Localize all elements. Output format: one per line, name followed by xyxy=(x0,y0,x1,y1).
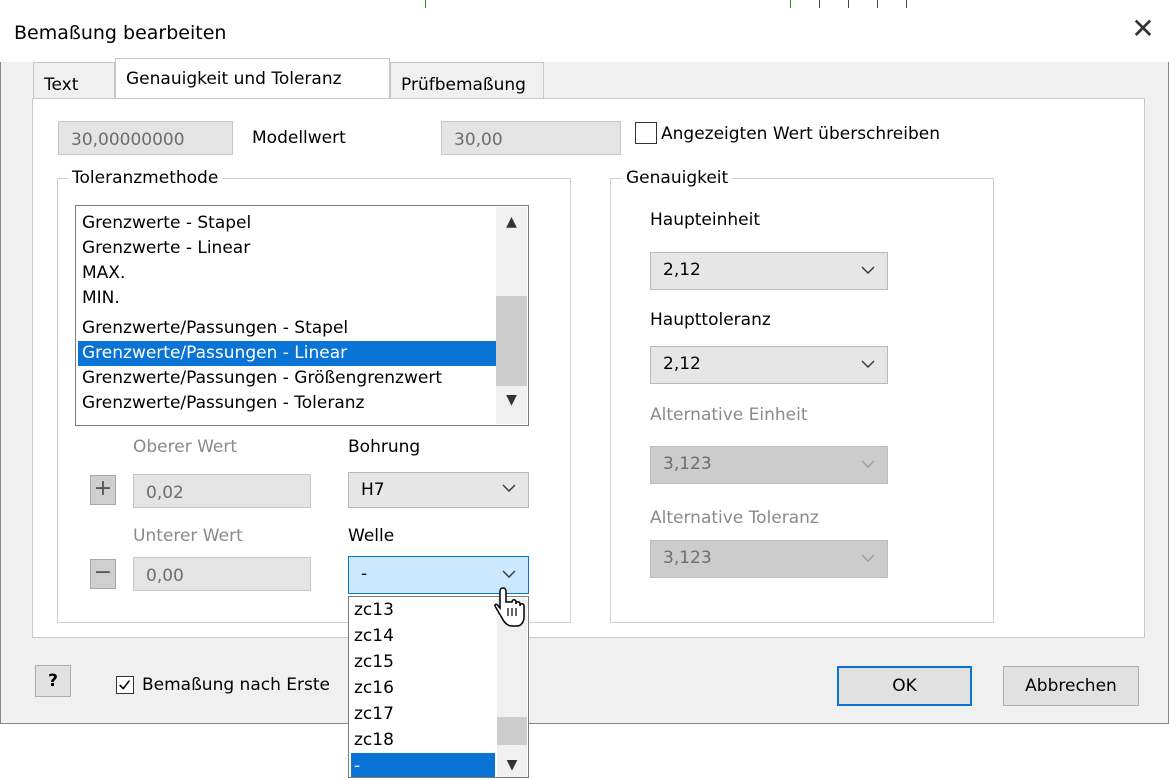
chevron-down-icon xyxy=(861,554,875,562)
scroll-down-icon[interactable]: ▼ xyxy=(496,392,527,408)
hole-label: Bohrung xyxy=(348,437,421,457)
primary-unit-label: Haupteinheit xyxy=(650,210,761,230)
footer-checkbox-label: Bemaßung nach Erste xyxy=(142,675,330,695)
primary-tolerance-dropdown[interactable]: 2,12 xyxy=(650,346,888,384)
ok-button[interactable]: OK xyxy=(837,666,972,706)
dropdown-item[interactable]: zc13 xyxy=(351,597,495,623)
scroll-down-icon[interactable]: ▼ xyxy=(497,757,527,773)
guide-line xyxy=(790,0,791,8)
dropdown-item[interactable]: zc16 xyxy=(351,675,495,701)
checkmark-icon xyxy=(119,680,131,690)
alt-tolerance-value: 3,123 xyxy=(663,548,712,568)
dropdown-item[interactable]: zc14 xyxy=(351,623,495,649)
hole-fit-dropdown[interactable]: H7 xyxy=(348,472,529,508)
chevron-down-icon xyxy=(502,570,516,578)
plus-icon: + xyxy=(90,475,116,505)
guide-line xyxy=(906,0,907,8)
scroll-up-icon[interactable]: ▲ xyxy=(496,214,527,230)
list-item[interactable]: Grenzwerte - Stapel xyxy=(78,211,496,236)
alt-tolerance-dropdown: 3,123 xyxy=(650,540,888,578)
model-value-raw: 30,00000000 xyxy=(58,121,233,155)
hole-fit-value: H7 xyxy=(361,480,385,500)
shaft-fit-value: - xyxy=(361,564,368,584)
chevron-down-icon xyxy=(861,360,875,368)
cancel-button[interactable]: Abbrechen xyxy=(1003,666,1139,706)
chevron-down-icon xyxy=(861,266,875,274)
alt-unit-dropdown: 3,123 xyxy=(650,446,888,484)
upper-value-field: 0,02 xyxy=(133,474,311,508)
guide-line xyxy=(877,0,878,8)
scrollbar-thumb[interactable] xyxy=(497,717,527,745)
chevron-down-icon xyxy=(861,460,875,468)
list-item[interactable]: Grenzwerte/Passungen - Größengrenzwert xyxy=(78,366,496,391)
dropdown-item[interactable]: zc18 xyxy=(351,727,495,753)
list-item[interactable]: Grenzwerte/Passungen - Toleranz xyxy=(78,391,496,416)
tab-check-dimension[interactable]: Prüfbemaßung xyxy=(390,62,544,98)
display-value-field: 30,00 xyxy=(441,121,621,155)
override-value-checkbox[interactable] xyxy=(635,122,657,144)
help-icon: ? xyxy=(48,671,58,691)
guide-line xyxy=(819,0,820,8)
primary-unit-dropdown[interactable]: 2,12 xyxy=(650,252,888,290)
primary-tolerance-value: 2,12 xyxy=(663,354,701,374)
alt-unit-value: 3,123 xyxy=(663,454,712,474)
tab-precision-tolerance[interactable]: Genauigkeit und Toleranz xyxy=(115,58,390,98)
chevron-down-icon xyxy=(502,484,516,492)
upper-value-label: Oberer Wert xyxy=(133,437,238,457)
help-button[interactable]: ? xyxy=(35,665,71,697)
dropdown-item-selected[interactable]: - xyxy=(351,753,495,777)
guide-line xyxy=(425,0,426,8)
minus-icon: − xyxy=(90,559,116,589)
dropdown-item[interactable]: zc15 xyxy=(351,649,495,675)
dropdown-item[interactable]: zc17 xyxy=(351,701,495,727)
tolerance-method-list[interactable]: Grenzwerte - Stapel Grenzwerte - Linear … xyxy=(75,205,529,426)
alt-unit-label: Alternative Einheit xyxy=(650,405,808,425)
model-value-label: Modellwert xyxy=(252,128,346,148)
alt-tolerance-label: Alternative Toleranz xyxy=(650,508,819,528)
lower-value-label: Unterer Wert xyxy=(133,526,243,546)
list-item[interactable]: Grenzwerte/Passungen - Stapel xyxy=(78,316,496,341)
shaft-label: Welle xyxy=(348,526,395,546)
guide-line xyxy=(848,0,849,8)
scrollbar-thumb[interactable] xyxy=(496,296,527,386)
list-item[interactable]: Grenzwerte - Linear xyxy=(78,236,496,261)
primary-tolerance-label: Haupttoleranz xyxy=(650,310,771,330)
close-icon[interactable]: ✕ xyxy=(1128,14,1158,44)
primary-unit-value: 2,12 xyxy=(663,260,701,280)
lower-value-field: 0,00 xyxy=(133,557,311,591)
tab-text[interactable]: Text xyxy=(33,62,115,98)
hand-cursor-icon xyxy=(494,587,525,627)
precision-legend: Genauigkeit xyxy=(622,168,733,188)
footer-checkbox[interactable] xyxy=(116,676,134,694)
list-item[interactable]: MIN. xyxy=(78,286,496,311)
tolerance-method-legend: Toleranzmethode xyxy=(68,168,223,188)
window-title: Bemaßung bearbeiten xyxy=(14,22,227,44)
list-item[interactable]: MAX. xyxy=(78,261,496,286)
list-item-selected[interactable]: Grenzwerte/Passungen - Linear xyxy=(78,341,496,366)
override-value-label: Angezeigten Wert überschreiben xyxy=(661,124,940,144)
